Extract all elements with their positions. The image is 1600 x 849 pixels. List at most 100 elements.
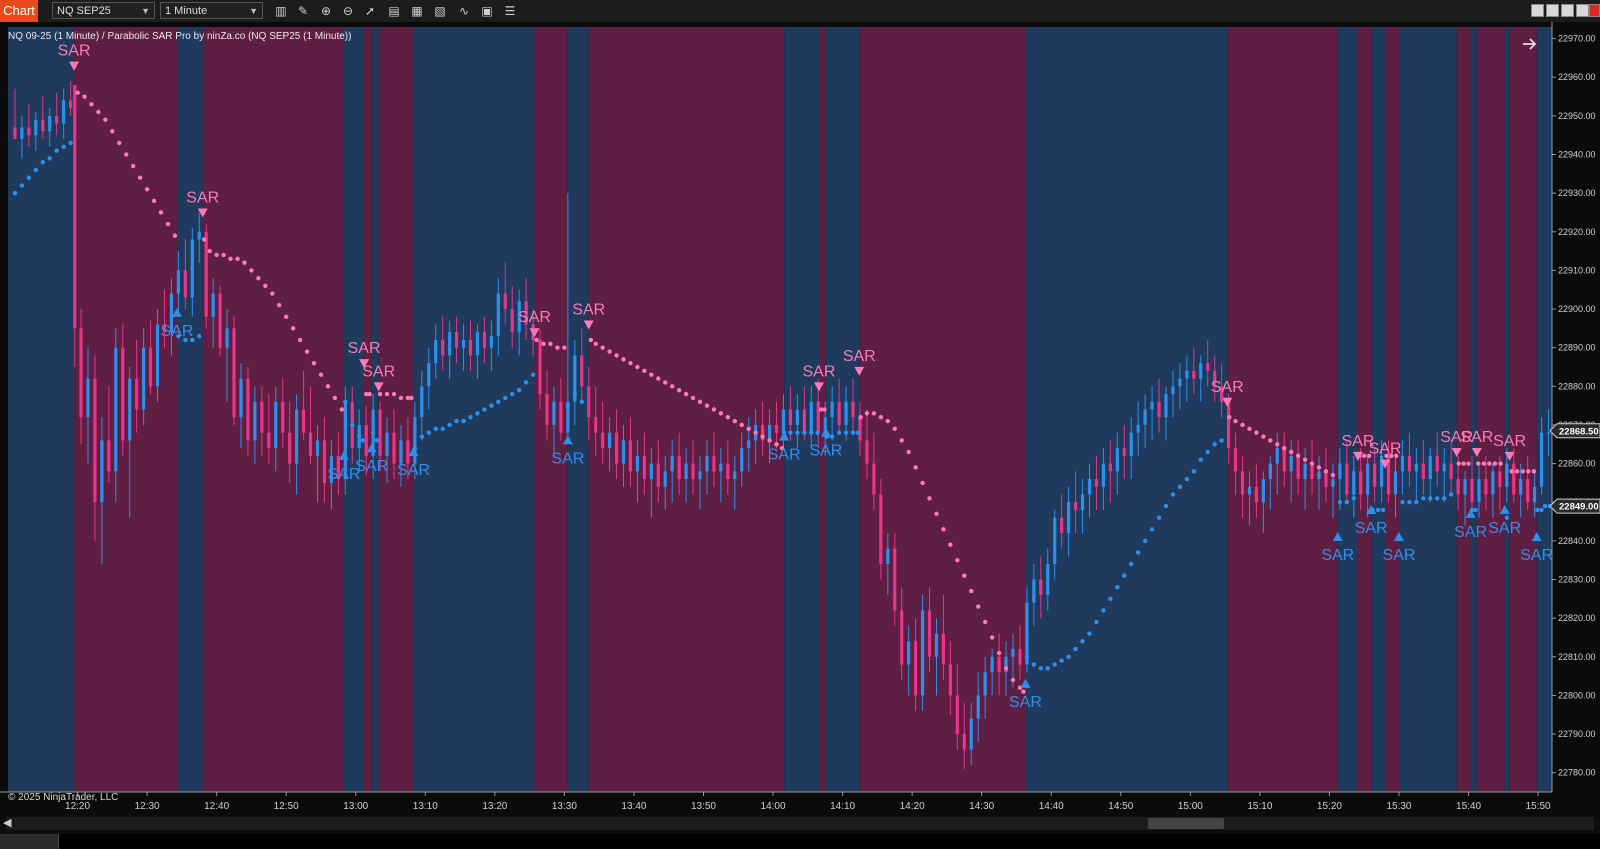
sar-dot-bear (1309, 461, 1315, 466)
sar-dot-bull (1052, 662, 1057, 667)
candle-body (308, 432, 313, 456)
candle-body (475, 332, 480, 356)
sar-dot-bull (1184, 476, 1190, 482)
sar-dot-bull (1441, 496, 1447, 501)
sar-dot-bull (440, 426, 445, 432)
sar-dot-bull (447, 422, 452, 428)
maximize-button[interactable] (1561, 4, 1574, 17)
candle-body (865, 440, 869, 464)
candle-body (795, 409, 799, 425)
chart-toolbar: Chart NQ SEP25 ▼ 1 Minute ▼ ▥ ✎ ⊕ ⊖ ➚ ▤ … (0, 0, 1600, 23)
candle-body (719, 463, 723, 472)
zoom-out-icon[interactable]: ⊖ (340, 3, 356, 19)
sar-dot-bear (969, 588, 974, 594)
candle-body (1303, 463, 1307, 480)
pencil-icon[interactable]: ✎ (295, 3, 311, 19)
candle-body (1400, 455, 1405, 472)
sar-dot-bear (391, 391, 397, 397)
sar-dot-bear (656, 376, 661, 381)
sar-dot-bear (541, 341, 546, 347)
restore-button[interactable] (1576, 4, 1589, 17)
sar-dot-bull (1351, 496, 1356, 501)
sar-dot-bull (530, 372, 536, 377)
candle-body (246, 378, 250, 441)
minimize-button[interactable] (1546, 4, 1559, 17)
indicators-icon[interactable]: ∿ (456, 3, 472, 19)
sar-dot-bull (850, 430, 856, 435)
sar-dot-bull (1205, 449, 1210, 455)
candle-body (13, 127, 17, 140)
bull-region (1504, 27, 1510, 792)
candle-body (893, 548, 897, 611)
sar-dot-bull (419, 434, 425, 439)
sar-dot-bear (760, 434, 765, 439)
instrument-selector[interactable]: NQ SEP25 ▼ (52, 2, 155, 19)
sar-dot-bull (1375, 507, 1381, 513)
sar-dot-bull (510, 391, 515, 397)
candle-body (900, 610, 904, 665)
candle-body (274, 401, 278, 449)
chart-header: NQ 09-25 (1 Minute) / Parabolic SAR Pro … (8, 31, 351, 42)
bull-region (413, 27, 535, 792)
sar-dot-bull (1108, 596, 1113, 602)
close-button[interactable] (1589, 4, 1600, 17)
sar-dot-bull (1087, 631, 1092, 636)
time-tick-label: 12:50 (274, 801, 299, 812)
sar-dot-bear (642, 368, 647, 374)
bar-style-icon[interactable]: ▥ (273, 3, 289, 19)
sar-dot-bull (1101, 608, 1106, 613)
scroll-thumb[interactable] (1148, 818, 1224, 829)
chart-bottom-tab[interactable] (0, 834, 59, 849)
sar-buy-label: SAR (161, 323, 194, 340)
candle-body (427, 363, 431, 387)
sar-dot-bear (263, 283, 268, 289)
tile-button[interactable] (1531, 4, 1544, 17)
candle-body (281, 401, 285, 433)
time-tick-label: 14:20 (900, 801, 925, 812)
bear-region (378, 27, 414, 792)
bear-region (588, 27, 785, 792)
sar-dot-bear (1476, 461, 1481, 466)
time-tick-label: 13:00 (343, 801, 368, 812)
sar-dot-bear (1509, 469, 1514, 474)
sar-dot-bear (899, 438, 904, 443)
chart-tab[interactable]: Chart (0, 0, 38, 22)
scroll-track[interactable] (6, 817, 1594, 830)
scroll-left-icon[interactable]: ◀ (3, 816, 11, 829)
sar-buy-label: SAR (1355, 520, 1388, 537)
sar-dot-bear (137, 175, 143, 180)
sar-dot-bear (588, 337, 594, 343)
sar-dot-bull (1448, 492, 1454, 497)
sar-dot-bear (304, 349, 310, 354)
candle-body (1157, 401, 1161, 418)
candle-body (552, 401, 556, 425)
sar-dot-bear (75, 90, 80, 95)
time-tick-label: 15:30 (1386, 801, 1411, 812)
more-icon[interactable]: ☰ (502, 3, 518, 19)
sar-dot-bear (1302, 457, 1308, 462)
strategies-icon[interactable]: ▧ (432, 3, 448, 19)
time-tick-label: 15:50 (1526, 801, 1551, 812)
sar-dot-bull (357, 434, 362, 439)
zoom-in-icon[interactable]: ⊕ (318, 3, 334, 19)
bull-region (1337, 27, 1358, 792)
price-chart[interactable]: SARSARSARSARSAR SARSARSARSARSARSARSARSAR S… (0, 22, 1600, 820)
candle-body (941, 633, 946, 665)
candle-body (976, 695, 980, 719)
interval-selector[interactable]: 1 Minute ▼ (160, 2, 263, 19)
sar-dot-bull (1163, 503, 1169, 509)
sar-dot-bull (1539, 507, 1544, 513)
sar-dot-bear (1247, 426, 1252, 432)
templates-icon[interactable]: ▣ (479, 3, 495, 19)
candle-body (656, 463, 660, 487)
sar-dot-bull (343, 399, 348, 404)
data-box-icon[interactable]: ▦ (409, 3, 425, 19)
candle-body (1498, 471, 1502, 487)
candle-body (1470, 479, 1474, 503)
bear-region (364, 27, 372, 792)
price-tick-label: 22790.00 (1558, 729, 1596, 739)
pointer-icon[interactable]: ➚ (362, 3, 378, 19)
sar-dot-bear (562, 345, 567, 350)
properties-icon[interactable]: ▤ (386, 3, 402, 19)
candle-body (747, 440, 751, 449)
